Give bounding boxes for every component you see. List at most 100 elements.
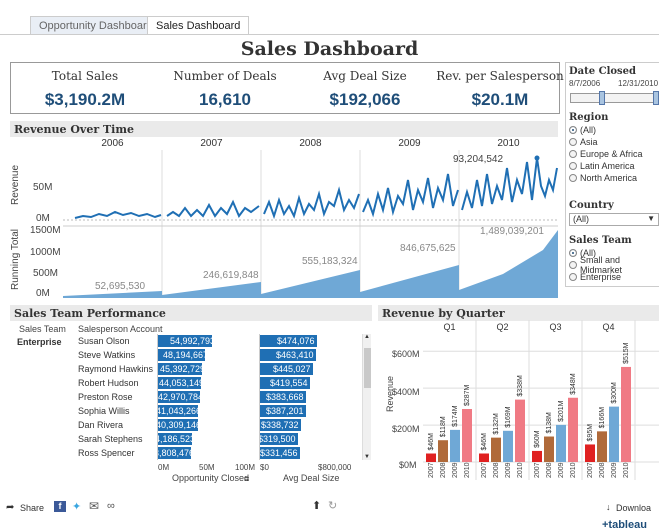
radio-selected-icon bbox=[569, 249, 577, 257]
year-label: 2007 bbox=[200, 138, 223, 149]
download-icon[interactable]: ↓ bbox=[606, 502, 611, 512]
running-tick: 1000M bbox=[30, 247, 61, 258]
dashboard-root: Opportunity Dashboard Sales Dashboard Sa… bbox=[0, 0, 659, 532]
region-option-asia[interactable]: Asia bbox=[569, 136, 643, 148]
quarter-bar-label: $132M bbox=[493, 413, 500, 435]
quarter-bar bbox=[450, 429, 460, 462]
sales-team-performance-title: Sales Team Performance bbox=[10, 305, 372, 321]
table-row[interactable]: Dan Rivera 40,309,146 $338,732 bbox=[0, 418, 362, 432]
quarter-bar bbox=[438, 440, 448, 462]
radio-selected-icon bbox=[569, 126, 577, 134]
revenue-over-time-chart bbox=[63, 150, 558, 298]
tab-divider bbox=[0, 34, 659, 35]
quarter-bar bbox=[503, 430, 513, 462]
quarter-year-tick: 2010 bbox=[464, 462, 471, 478]
team-option-label: Enterprise bbox=[580, 272, 622, 282]
revenue-line-2009 bbox=[362, 173, 459, 218]
kpi-rev-per-salesperson-value: $20.1M bbox=[471, 90, 529, 109]
table-row[interactable]: Ross Spencer 33,808,476 $331,456 bbox=[0, 446, 362, 460]
sort-icon[interactable]: ≡ bbox=[244, 474, 249, 484]
scroll-up-icon[interactable]: ▲ bbox=[364, 334, 370, 340]
facebook-icon[interactable]: f bbox=[54, 501, 66, 512]
year-label: 2010 bbox=[497, 138, 520, 149]
revenue-peak-label: 93,204,542 bbox=[453, 154, 504, 165]
region-option-europe-africa[interactable]: Europe & Africa bbox=[569, 148, 643, 160]
radio-icon bbox=[569, 174, 577, 182]
quarter-year-tick: 2007 bbox=[428, 462, 435, 478]
table-row[interactable]: Susan Olson 54,992,793 $474,076 bbox=[0, 334, 362, 348]
page-title: Sales Dashboard bbox=[240, 38, 419, 60]
region-option-latin-america[interactable]: Latin America bbox=[569, 160, 643, 172]
tableau-logo: +tableau bbox=[602, 519, 647, 531]
team-option-small-midmarket[interactable]: Small and Midmarket bbox=[569, 255, 659, 275]
revenue-by-quarter-chart: Q1 $46M 2007 $118M 2008 $174M 2009 $287M 2010 Q2 $… bbox=[423, 320, 659, 480]
salesperson-name: Preston Rose bbox=[78, 392, 133, 402]
export-icon[interactable]: ⬆ bbox=[312, 499, 321, 512]
region-option-north-america[interactable]: North America bbox=[569, 172, 643, 184]
table-row[interactable]: Robert Hudson 44,053,149 $419,554 bbox=[0, 376, 362, 390]
country-dropdown[interactable]: (All) ▼ bbox=[569, 213, 659, 226]
revenue-tick: 0M bbox=[36, 213, 50, 224]
footer: ➦ Share f ✦ ✉ ∞ ⬆ ↻ ↓ Downloa +tableau bbox=[0, 490, 659, 532]
kpi-avg-deal-value: $192,066 bbox=[329, 90, 401, 109]
revenue-line-2010 bbox=[461, 157, 558, 211]
quarter-bar-label: $174M bbox=[452, 405, 459, 427]
quarter-tick: $600M bbox=[392, 349, 420, 359]
running-total-label-2010: 1,489,039,201 bbox=[480, 226, 544, 237]
running-area-2008 bbox=[261, 270, 360, 298]
scroll-down-icon[interactable]: ▼ bbox=[364, 454, 370, 460]
table-row[interactable]: Sarah Stephens 34,186,523 $319,500 bbox=[0, 432, 362, 446]
table-row[interactable]: Sophia Willis 41,043,266 $387,201 bbox=[0, 404, 362, 418]
refresh-icon[interactable]: ↻ bbox=[328, 499, 337, 512]
opp-closed-value: 33,808,476 bbox=[149, 448, 195, 458]
table-row[interactable]: Raymond Hawkins 45,392,729 $445,027 bbox=[0, 362, 362, 376]
quarter-year-tick: 2007 bbox=[481, 462, 488, 478]
date-slider-right-handle[interactable] bbox=[653, 91, 659, 105]
quarter-bar-label: $287M bbox=[464, 384, 471, 406]
salesperson-name: Susan Olson bbox=[78, 336, 130, 346]
share-icon[interactable]: ➦ bbox=[6, 502, 14, 513]
twitter-icon[interactable]: ✦ bbox=[72, 500, 81, 513]
revenue-line-2008 bbox=[263, 186, 360, 220]
region-option-label: Asia bbox=[580, 137, 598, 147]
quarter-year-tick: 2008 bbox=[546, 462, 553, 478]
running-tick: 500M bbox=[33, 268, 59, 279]
avg-deal-value: $319,500 bbox=[258, 434, 296, 444]
quarter-year-tick: 2008 bbox=[440, 462, 447, 478]
quarter-year-tick: 2009 bbox=[505, 462, 512, 478]
opp-closed-value: 42,970,784 bbox=[158, 392, 204, 402]
quarter-bar bbox=[568, 397, 578, 462]
scrollbar-thumb[interactable] bbox=[364, 348, 371, 388]
tab-sales-dashboard[interactable]: Sales Dashboard bbox=[147, 16, 250, 35]
share-link[interactable]: Share bbox=[20, 503, 44, 513]
region-option-all[interactable]: (All) bbox=[569, 124, 643, 136]
year-label: 2006 bbox=[101, 138, 124, 149]
team-grid-lines bbox=[157, 334, 158, 460]
team-table-body: Susan Olson 54,992,793 $474,076 Steve Watki… bbox=[0, 334, 372, 460]
quarter-bar-label: $138M bbox=[546, 412, 553, 434]
download-link[interactable]: Downloa bbox=[616, 503, 651, 513]
link-icon[interactable]: ∞ bbox=[107, 500, 115, 512]
date-start: 8/7/2006 bbox=[569, 79, 601, 88]
running-area-2009 bbox=[360, 265, 459, 298]
opp-axis-label: Opportunity Closed bbox=[172, 473, 250, 483]
opp-axis-tick: 100M bbox=[235, 463, 256, 472]
quarter-bar-label: $201M bbox=[558, 400, 565, 422]
email-icon[interactable]: ✉ bbox=[89, 499, 99, 513]
tab-opportunity-dashboard[interactable]: Opportunity Dashboard bbox=[30, 16, 162, 35]
deal-axis-tick: $0 bbox=[260, 463, 269, 472]
quarter-bar bbox=[556, 424, 566, 462]
running-total-axis-label: Running Total bbox=[10, 229, 21, 290]
avg-deal-value: $331,456 bbox=[260, 448, 298, 458]
date-slider-left-handle[interactable] bbox=[599, 91, 605, 105]
running-total-label-2009: 846,675,625 bbox=[400, 243, 456, 254]
table-row[interactable]: Preston Rose 42,970,784 $383,668 bbox=[0, 390, 362, 404]
deal-axis-label: Avg Deal Size bbox=[283, 473, 340, 483]
quarter-bar bbox=[426, 453, 436, 462]
date-slider[interactable] bbox=[570, 91, 659, 105]
quarter-year-tick: 2010 bbox=[517, 462, 524, 478]
country-dropdown-value: (All) bbox=[573, 214, 589, 224]
team-scrollbar[interactable]: ▲ ▼ bbox=[362, 334, 371, 460]
table-row[interactable]: Steve Watkins 48,194,667 $463,410 bbox=[0, 348, 362, 362]
radio-icon bbox=[569, 138, 577, 146]
